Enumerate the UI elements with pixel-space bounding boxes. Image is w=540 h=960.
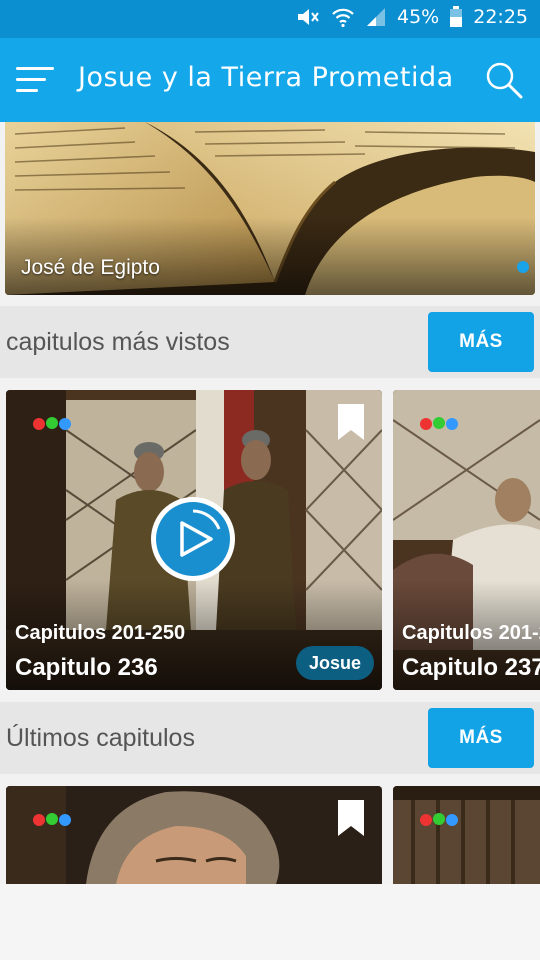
episode-title: Capitulo 236 — [15, 654, 158, 681]
hero-banner[interactable]: José de Egipto — [5, 122, 535, 295]
bookmark-icon[interactable] — [338, 800, 364, 836]
channel-logo-icon — [33, 417, 71, 430]
more-button[interactable]: MÁS — [428, 708, 534, 768]
episode-range: Capitulos 201-250 — [15, 622, 186, 644]
episode-card[interactable]: Capitulos 201-2 Capitulo 237 — [393, 390, 540, 690]
content-bottom-area — [0, 884, 540, 960]
episode-card[interactable] — [393, 786, 540, 884]
episode-range: Capitulos 201-2 — [402, 622, 540, 644]
channel-logo-icon — [420, 417, 458, 430]
battery-icon — [450, 6, 463, 27]
section-title: Últimos capitulos — [6, 724, 195, 752]
mute-icon — [298, 9, 319, 25]
hero-caption: José de Egipto — [21, 256, 160, 279]
channel-logo-icon — [420, 813, 458, 826]
hamburger-menu-icon[interactable] — [16, 64, 56, 96]
section-most-viewed-header: capitulos más vistos MÁS — [0, 306, 540, 378]
wifi-icon — [332, 8, 354, 28]
series-tag[interactable]: Josue — [295, 646, 374, 680]
channel-logo-icon — [33, 813, 71, 826]
episode-card[interactable]: Capitulos 201-250 Capitulo 236 Josue — [6, 390, 382, 690]
app-bar: Josue y la Tierra Prometida — [0, 38, 540, 122]
status-bar: 45% 22:25 — [0, 0, 540, 38]
episode-card[interactable] — [6, 786, 382, 884]
clock: 22:25 — [473, 6, 528, 28]
app-title: Josue y la Tierra Prometida — [78, 62, 454, 93]
play-icon[interactable] — [149, 495, 237, 583]
search-icon[interactable] — [484, 60, 524, 100]
section-latest-header: Últimos capitulos MÁS — [0, 702, 540, 774]
episode-title: Capitulo 237 — [402, 654, 540, 681]
bookmark-icon[interactable] — [338, 404, 364, 440]
more-button[interactable]: MÁS — [428, 312, 534, 372]
carousel-indicator[interactable] — [517, 261, 529, 273]
battery-percent: 45% — [397, 6, 440, 28]
episode-thumbnail — [6, 786, 382, 884]
signal-icon — [367, 8, 385, 26]
episode-thumbnail — [393, 786, 540, 884]
section-title: capitulos más vistos — [6, 328, 230, 356]
